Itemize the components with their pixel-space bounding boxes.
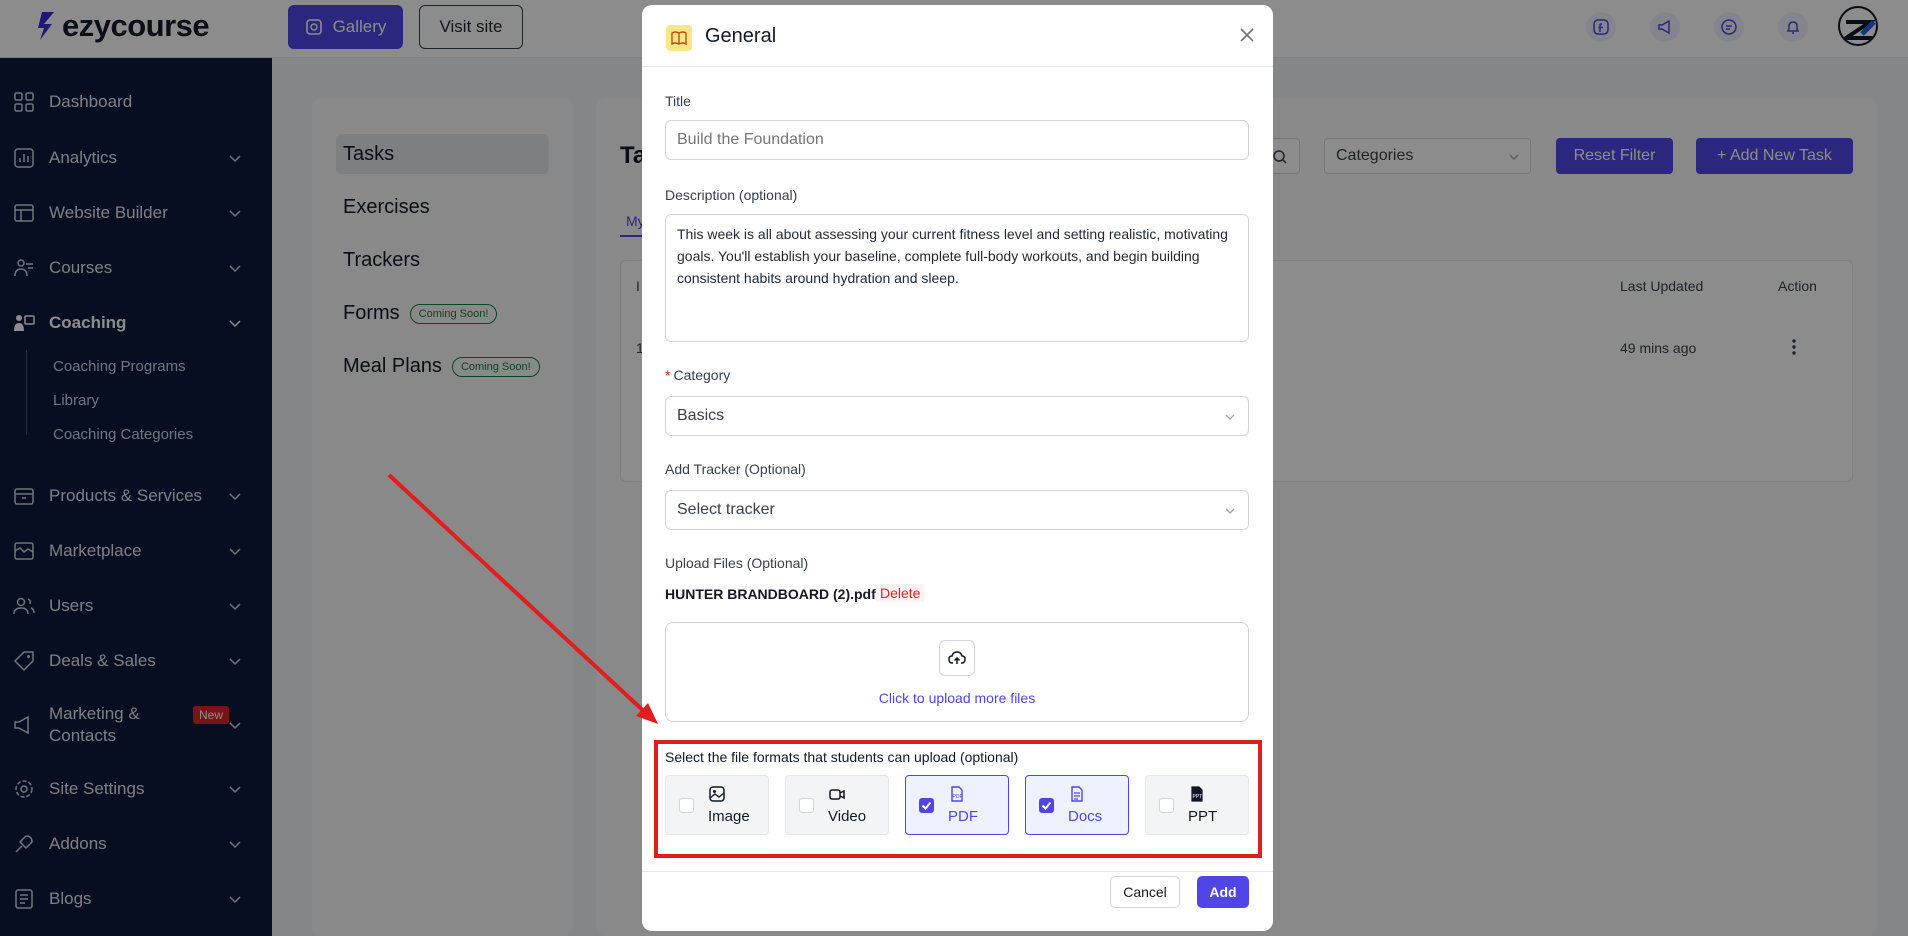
svg-text:PDF: PDF — [953, 794, 963, 800]
category-label: * Category — [665, 367, 730, 383]
category-value: Basics — [677, 407, 725, 424]
format-name: Docs — [1068, 808, 1103, 825]
close-icon[interactable] — [1237, 25, 1257, 45]
upload-label: Upload Files (Optional) — [665, 555, 809, 571]
format-checkbox[interactable] — [799, 798, 814, 813]
format-name: PDF — [948, 808, 978, 825]
format-name: Video — [828, 808, 867, 825]
category-select[interactable]: Basics — [665, 396, 1249, 436]
upload-more-link[interactable]: Click to upload more files — [666, 690, 1248, 706]
cancel-button[interactable]: Cancel — [1110, 876, 1180, 908]
delete-file-button[interactable]: Delete — [876, 584, 925, 602]
docs-icon — [1071, 786, 1083, 802]
svg-text:PPT: PPT — [1193, 794, 1203, 800]
formats-label: Select the file formats that students ca… — [665, 749, 1019, 765]
format-option-video[interactable]: Video — [785, 775, 889, 835]
title-label: Title — [665, 93, 691, 109]
book-icon — [666, 25, 692, 51]
format-checkbox[interactable] — [1159, 798, 1174, 813]
pdf-icon: PDF — [951, 786, 963, 802]
format-name: Image — [708, 808, 750, 825]
description-textarea[interactable]: This week is all about assessing your cu… — [665, 214, 1249, 342]
format-option-image[interactable]: Image — [665, 775, 769, 835]
ppt-icon: PPT — [1191, 786, 1203, 802]
video-icon — [829, 789, 845, 800]
format-checkbox-checked[interactable] — [919, 798, 934, 813]
modal-header: General — [642, 5, 1273, 67]
format-checkbox[interactable] — [679, 798, 694, 813]
chevron-down-icon — [1225, 508, 1235, 514]
format-name: PPT — [1188, 808, 1218, 825]
uploaded-file-name: HUNTER BRANDBOARD (2).pdf — [665, 586, 876, 602]
upload-cloud-icon — [939, 640, 975, 676]
image-icon — [709, 786, 725, 802]
format-option-docs[interactable]: Docs — [1025, 775, 1129, 835]
format-option-ppt[interactable]: PPT PPT — [1145, 775, 1249, 835]
title-input[interactable] — [665, 120, 1249, 160]
description-label: Description (optional) — [665, 187, 798, 203]
chevron-down-icon — [1225, 414, 1235, 420]
modal-footer-divider — [642, 871, 1273, 872]
tracker-select[interactable]: Select tracker — [665, 490, 1249, 530]
add-button[interactable]: Add — [1197, 876, 1249, 908]
format-option-pdf[interactable]: PDF PDF — [905, 775, 1009, 835]
tracker-placeholder: Select tracker — [677, 501, 775, 518]
category-label-text: Category — [673, 367, 731, 383]
modal-title: General — [705, 25, 777, 47]
upload-dropzone[interactable]: Click to upload more files — [665, 622, 1249, 722]
required-marker: * — [665, 367, 671, 383]
tracker-label: Add Tracker (Optional) — [665, 461, 806, 477]
format-checkbox-checked[interactable] — [1039, 798, 1054, 813]
